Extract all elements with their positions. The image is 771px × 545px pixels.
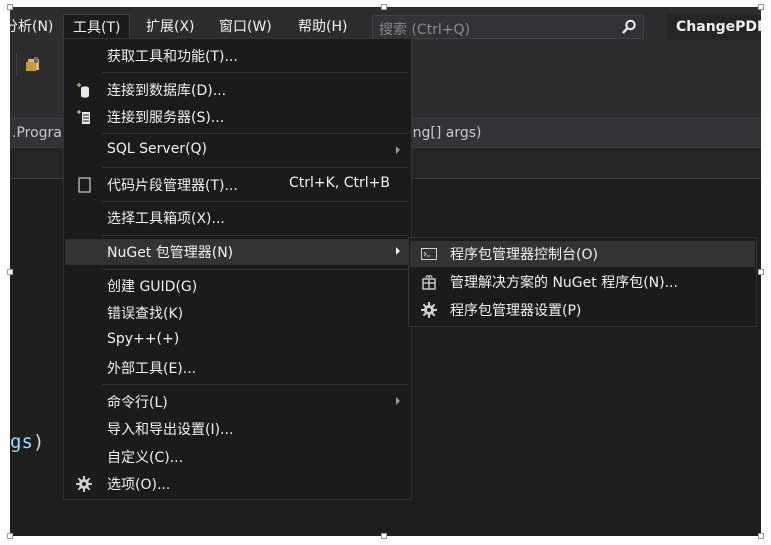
solution-title: ChangePDF [666,14,761,40]
menu-item-error-lookup[interactable]: 错误查找(K) [65,300,410,326]
menu-item-label: 程序包管理器设置(P) [450,303,582,319]
menu-item-label: 导入和导出设置(I)... [107,422,234,438]
code-fragment: gs) [10,431,44,453]
submenu-item-package-settings[interactable]: 程序包管理器设置(P) [410,297,755,323]
search-icon[interactable] [621,19,637,39]
menu-item-label: 自定义(C)... [107,450,184,466]
menu-item-shortcut: Ctrl+K, Ctrl+B [289,175,390,191]
snippet-icon [75,176,93,194]
resize-handle[interactable] [7,533,13,539]
menu-item-label: 连接到服务器(S)... [107,110,225,126]
resize-handle[interactable] [381,4,387,10]
submenu-arrow-icon [396,397,400,405]
menu-item-label: 创建 GUID(G) [107,279,198,295]
menu-item-label: NuGet 包管理器(N) [107,245,234,261]
menu-item-label: 连接到数据库(D)... [107,83,227,99]
tools-menu: 获取工具和功能(T)... 连接到数据库(D)... 连接到服务器(S)... … [63,38,412,500]
search-placeholder: 搜索 (Ctrl+Q) [379,22,471,38]
menu-item-connect-server[interactable]: 连接到服务器(S)... [65,104,410,130]
resize-handle[interactable] [758,269,764,275]
menu-item-command-line[interactable]: 命令行(L) [65,389,410,415]
menu-item-label: 错误查找(K) [107,306,184,322]
submenu-item-package-console[interactable]: 程序包管理器控制台(O) [410,241,755,267]
menu-separator [102,235,408,236]
menu-analyze[interactable]: 分析(N) [10,18,53,36]
console-icon [420,245,438,263]
menu-item-nuget[interactable]: NuGet 包管理器(N) [65,239,410,265]
database-icon [75,81,93,99]
menu-item-get-tools[interactable]: 获取工具和功能(T)... [65,43,410,69]
menu-item-label: 命令行(L) [107,395,168,411]
menu-window[interactable]: 窗口(W) [219,18,272,36]
vs-window: 分析(N) 工具(T) 扩展(X) 窗口(W) 帮助(H) 搜索 (Ctrl+Q… [10,7,761,536]
menu-item-label: 代码片段管理器(T)... [107,178,238,194]
menu-item-options[interactable]: 选项(O)... [65,471,410,497]
menu-extensions[interactable]: 扩展(X) [146,18,195,36]
toolbar-grip[interactable] [16,54,20,76]
menu-item-connect-database[interactable]: 连接到数据库(D)... [65,77,410,103]
menu-item-create-guid[interactable]: 创建 GUID(G) [65,273,410,299]
menu-item-label: 选项(O)... [107,477,171,493]
menu-separator [102,167,408,168]
navbar-member-dropdown[interactable]: ring[] args) [403,125,482,141]
menu-separator [102,133,408,134]
find-in-files-icon[interactable] [25,56,41,72]
menu-separator [102,201,408,202]
menu-item-label: 选择工具箱项(X)... [107,211,225,227]
menu-item-customize[interactable]: 自定义(C)... [65,444,410,470]
menu-item-label: 获取工具和功能(T)... [107,49,238,65]
menu-item-label: 管理解决方案的 NuGet 程序包(N)... [450,275,678,291]
menu-item-label: SQL Server(Q) [107,141,208,157]
menu-item-sql-server[interactable]: SQL Server(Q) [65,138,410,164]
menu-item-import-export[interactable]: 导入和导出设置(I)... [65,416,410,442]
nuget-submenu: 程序包管理器控制台(O) 管理解决方案的 NuGet 程序包(N)... 程序包… [408,237,757,327]
menu-item-spy[interactable]: Spy++(+) [65,328,410,354]
window-title: ChangePDF [676,19,761,35]
navbar-type-dropdown[interactable]: .Progra [12,125,62,141]
code-identifier: gs [10,431,33,453]
gear-icon [420,301,438,319]
menu-item-label: 程序包管理器控制台(O) [450,247,598,263]
submenu-arrow-icon [396,146,400,154]
menu-separator [102,72,408,73]
nuget-package-icon [420,273,438,291]
menu-item-choose-toolbox[interactable]: 选择工具箱项(X)... [65,205,410,231]
menu-separator [102,269,408,270]
server-icon [75,108,93,126]
resize-handle[interactable] [758,4,764,10]
menu-item-label: Spy++(+) [107,331,180,347]
menu-help[interactable]: 帮助(H) [298,18,347,36]
submenu-item-manage-packages[interactable]: 管理解决方案的 NuGet 程序包(N)... [410,269,755,295]
code-paren: ) [32,431,45,453]
menu-item-label: 外部工具(E)... [107,361,197,377]
menu-item-snippet-manager[interactable]: 代码片段管理器(T)... Ctrl+K, Ctrl+B [65,172,410,198]
resize-handle[interactable] [7,269,13,275]
menu-item-external-tools[interactable]: 外部工具(E)... [65,355,410,381]
search-box[interactable]: 搜索 (Ctrl+Q) [372,15,644,39]
menu-separator [102,384,408,385]
gear-icon [75,475,93,493]
resize-handle[interactable] [381,533,387,539]
resize-handle[interactable] [7,4,13,10]
resize-handle[interactable] [758,533,764,539]
submenu-arrow-icon [396,247,400,255]
